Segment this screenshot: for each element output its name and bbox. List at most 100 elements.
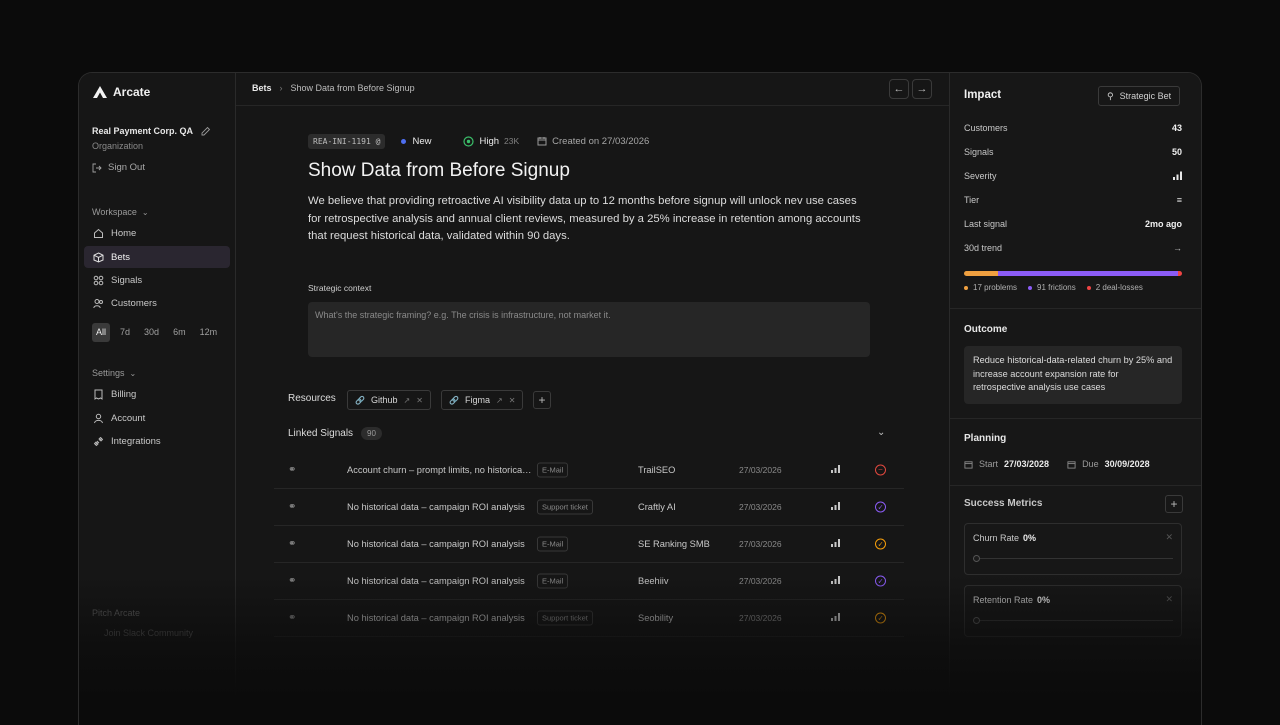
prev-button[interactable]: ← bbox=[889, 79, 909, 99]
sidebar-item-signals[interactable]: Signals bbox=[84, 269, 230, 291]
signal-title: Account churn – prompt limits, no histor… bbox=[347, 465, 532, 475]
created-date: Created on 27/03/2026 bbox=[537, 136, 649, 147]
linked-signals-count: 90 bbox=[361, 427, 382, 440]
range-30d[interactable]: 30d bbox=[140, 323, 163, 342]
table-row[interactable]: ⚭ No historical data – campaign ROI analy… bbox=[274, 563, 904, 600]
priority-badge[interactable]: High 23K bbox=[463, 136, 519, 147]
close-icon[interactable]: ✕ bbox=[1165, 594, 1173, 605]
table-row[interactable]: ⚭ No historical data – campaign ROI analy… bbox=[274, 489, 904, 526]
arrow-left-icon: ← bbox=[893, 83, 905, 95]
table-row[interactable]: ⚭ No historical data – campaign ROI analy… bbox=[274, 526, 904, 563]
breadcrumb-root[interactable]: Bets bbox=[252, 83, 272, 93]
workspace-section-toggle[interactable]: Workspace ⌄ bbox=[92, 207, 149, 217]
status-icon[interactable]: – bbox=[875, 464, 886, 476]
pitch-arcate-link[interactable]: Pitch Arcate bbox=[92, 608, 140, 618]
home-icon bbox=[94, 228, 103, 238]
sidebar-item-customers[interactable]: Customers bbox=[84, 292, 230, 314]
settings-section-toggle[interactable]: Settings ⌄ bbox=[92, 368, 136, 378]
org-name: Real Payment Corp. QA bbox=[92, 126, 194, 136]
close-icon[interactable]: ✕ bbox=[416, 396, 423, 405]
severity-bars-icon bbox=[831, 576, 840, 586]
start-date[interactable]: 27/03/2028 bbox=[1004, 459, 1049, 469]
success-metrics-title: Success Metrics bbox=[964, 498, 1043, 509]
add-metric-button[interactable]: + bbox=[1165, 495, 1183, 513]
signals-icon bbox=[93, 275, 104, 285]
org-type: Organization bbox=[92, 141, 144, 151]
strategic-bet-button[interactable]: ⚲ Strategic Bet bbox=[1098, 86, 1181, 106]
external-link-icon[interactable]: ↗ bbox=[404, 396, 411, 405]
close-icon[interactable]: ✕ bbox=[1165, 532, 1173, 543]
bet-id-badge[interactable]: REA-INI-1191 @ bbox=[308, 133, 386, 149]
plus-icon: + bbox=[538, 393, 546, 407]
sidebar-item-account[interactable]: Account bbox=[84, 407, 230, 429]
slack-community-link[interactable]: Join Slack Community bbox=[104, 628, 193, 638]
table-row[interactable]: ⚭ No historical data – campaign ROI analy… bbox=[274, 600, 904, 637]
integrations-icon bbox=[93, 436, 104, 446]
sidebar-item-bets[interactable]: Bets bbox=[84, 246, 230, 268]
signal-customer[interactable]: SE Ranking SMB bbox=[638, 539, 710, 549]
resource-name: Figma bbox=[464, 395, 490, 405]
impact-severity: Severity bbox=[964, 171, 1182, 181]
metric-card[interactable]: Churn Rate 0% ✕ bbox=[964, 523, 1182, 575]
signal-source-badge: E-Mail bbox=[537, 462, 569, 478]
chevron-down-icon[interactable]: ⌄ bbox=[877, 427, 885, 438]
bet-id: REA-INI-1191 bbox=[313, 136, 371, 146]
kv-label: 30d trend bbox=[964, 243, 1003, 253]
link-icon: 🔗 bbox=[355, 395, 365, 405]
status-icon[interactable]: ✓ bbox=[875, 501, 886, 513]
sign-out-label: Sign Out bbox=[108, 162, 145, 173]
range-6m[interactable]: 6m bbox=[169, 323, 190, 342]
signal-customer[interactable]: Craftly AI bbox=[638, 502, 676, 512]
legend-dot bbox=[1086, 285, 1091, 290]
strategic-context-input[interactable]: What's the strategic framing? e.g. The c… bbox=[308, 302, 870, 357]
impact-bar-segment bbox=[997, 271, 1179, 276]
sidebar-item-home[interactable]: Home bbox=[84, 222, 230, 244]
table-row[interactable]: ⚭ Account churn – prompt limits, no histo… bbox=[274, 452, 904, 489]
link-icon: ⚭ bbox=[288, 538, 297, 550]
status-badge[interactable]: New bbox=[401, 136, 431, 147]
legend-problems: 17 problems bbox=[964, 283, 1017, 292]
due-date[interactable]: 30/09/2028 bbox=[1105, 459, 1150, 469]
status-icon[interactable]: ✓ bbox=[875, 575, 886, 587]
sidebar-item-label: Billing bbox=[111, 388, 137, 400]
impact-panel: Impact ⚲ Strategic Bet Customers 43 Signa… bbox=[949, 73, 1201, 725]
add-resource-button[interactable]: + bbox=[533, 391, 551, 409]
kv-label: Signals bbox=[964, 147, 994, 157]
brand[interactable]: Arcate bbox=[93, 83, 150, 101]
metric-card[interactable]: Retention Rate 0% ✕ bbox=[964, 585, 1182, 637]
legend-label: 2 deal-losses bbox=[1095, 283, 1143, 292]
edit-icon[interactable] bbox=[201, 126, 211, 136]
next-button[interactable]: → bbox=[912, 79, 932, 99]
sign-out-icon bbox=[92, 163, 102, 172]
outcome-text[interactable]: Reduce historical-data-related churn by … bbox=[964, 346, 1182, 404]
sign-out-button[interactable]: Sign Out bbox=[92, 162, 145, 173]
resource-chip-github[interactable]: 🔗 Github ↗ ✕ bbox=[347, 390, 431, 410]
link-icon: ⚭ bbox=[288, 612, 297, 624]
metric-slider-track bbox=[973, 620, 1173, 621]
status-icon[interactable]: ✓ bbox=[875, 538, 886, 550]
signal-date: 27/03/2026 bbox=[739, 576, 782, 586]
status-icon[interactable]: ✓ bbox=[875, 612, 886, 624]
users-icon bbox=[93, 298, 103, 308]
link-icon: ⚭ bbox=[288, 575, 297, 587]
metric-slider-handle[interactable] bbox=[973, 617, 980, 624]
link-icon: ⚭ bbox=[288, 464, 297, 476]
trend-arrow-icon: → bbox=[1173, 243, 1182, 253]
signal-customer[interactable]: Seobility bbox=[638, 613, 673, 623]
external-link-icon[interactable]: ↗ bbox=[496, 396, 503, 405]
calendar-icon bbox=[964, 460, 973, 469]
bet-title: Show Data from Before Signup bbox=[308, 160, 570, 181]
sidebar-item-integrations[interactable]: Integrations bbox=[84, 430, 230, 452]
range-12m[interactable]: 12m bbox=[196, 323, 222, 342]
start-label: Start bbox=[979, 459, 999, 469]
sidebar-item-billing[interactable]: Billing bbox=[84, 383, 230, 405]
outcome-title: Outcome bbox=[964, 324, 1008, 335]
severity-bars-icon bbox=[831, 502, 840, 512]
signal-customer[interactable]: TrailSEO bbox=[638, 465, 675, 475]
metric-slider-handle[interactable] bbox=[973, 555, 980, 562]
range-all[interactable]: All bbox=[92, 323, 111, 342]
resource-chip-figma[interactable]: 🔗 Figma ↗ ✕ bbox=[441, 390, 524, 410]
range-7d[interactable]: 7d bbox=[116, 323, 134, 342]
signal-customer[interactable]: Beehiiv bbox=[638, 576, 669, 586]
close-icon[interactable]: ✕ bbox=[509, 396, 516, 405]
